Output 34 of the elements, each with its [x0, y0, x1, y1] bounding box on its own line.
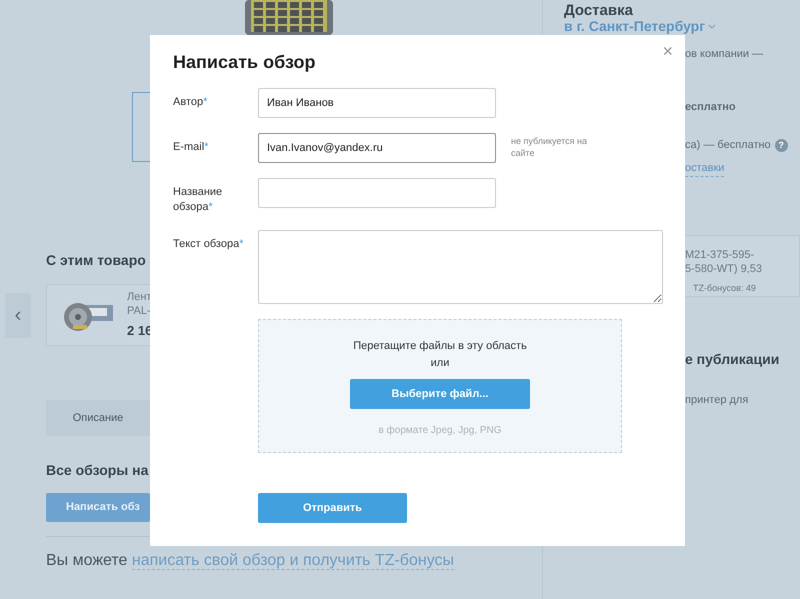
- field-label: Текст обзора*: [173, 237, 244, 252]
- field-label: Автор*: [173, 95, 208, 110]
- section-heading: С этим товаро: [46, 251, 147, 270]
- formats-text: в формате Jpeg, Jpg, PNG: [378, 424, 502, 438]
- write-review-button[interactable]: Написать обз: [46, 493, 150, 522]
- delivery-title: Доставка: [564, 2, 634, 19]
- help-icon[interactable]: ?: [774, 138, 788, 152]
- delivery-text: ов компании —: [685, 47, 764, 62]
- input-field[interactable]: Иван Иванов: [258, 88, 496, 118]
- side-heading: е публикации: [685, 350, 780, 369]
- product-title: Лент PAL-: [127, 290, 152, 318]
- modal-title: Написать обзор: [173, 51, 316, 74]
- field-label: E-mail*: [173, 140, 210, 155]
- tab[interactable]: Описание: [46, 400, 150, 436]
- submit-button[interactable]: Отправить: [258, 493, 407, 523]
- invite-link[interactable]: написать свой обзор и получить TZ-бонусы: [132, 552, 454, 570]
- input-field[interactable]: Ivan.Ivanov@yandex.ru: [258, 133, 496, 163]
- input-field[interactable]: [258, 178, 496, 208]
- field-label: Название обзора*: [173, 185, 224, 215]
- product-title: M21-375-595- 5-580-WT) 9,53: [685, 248, 764, 276]
- drop-or-text: или: [430, 356, 450, 370]
- drop-text: Перетащите файлы в эту область: [353, 339, 527, 354]
- city-link[interactable]: в г. Санкт-Петербург: [564, 19, 706, 34]
- bonus-text: TZ-бонусов: 49: [693, 282, 757, 295]
- field-hint: не публикуется на сайте: [511, 135, 588, 159]
- section-heading: Все обзоры на: [46, 461, 150, 480]
- text-area[interactable]: [258, 230, 663, 304]
- choose-file-button[interactable]: Выберите файл...: [350, 379, 530, 409]
- delivery-text: са) — бесплатно: [685, 138, 771, 153]
- invite-text: Вы можете: [46, 552, 128, 569]
- close-button[interactable]: ×: [656, 37, 679, 66]
- delivery-text: есплатно: [685, 100, 737, 114]
- caret-icon[interactable]: [708, 24, 716, 29]
- side-text: принтер для: [685, 393, 750, 408]
